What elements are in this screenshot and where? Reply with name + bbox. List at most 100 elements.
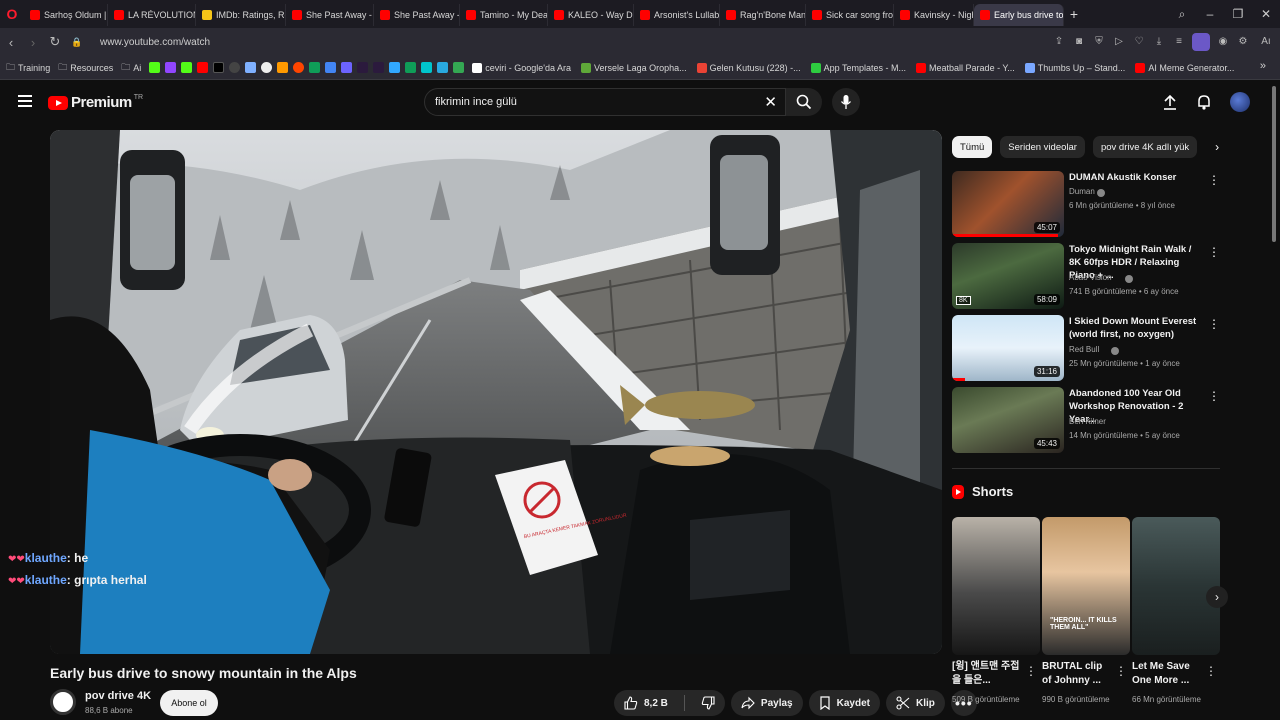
video-thumbnail[interactable]: 58:09 8K [952, 243, 1064, 309]
filter-chip[interactable]: Tümü [952, 136, 993, 158]
clear-search-icon[interactable]: ✕ [764, 93, 777, 111]
browser-tab[interactable]: Rag'n'Bone Man - I [720, 4, 806, 26]
more-vertical-icon[interactable]: ⋮ [1115, 664, 1127, 678]
bookmark-folder[interactable]: 🗀 Ai [121, 60, 141, 76]
play-icon[interactable]: ▷ [1112, 35, 1126, 49]
search-button[interactable] [786, 88, 822, 116]
download-icon[interactable]: ⤓ [1152, 35, 1166, 49]
clip-button[interactable]: Klip [885, 690, 945, 716]
shorts-next-button[interactable]: › [1206, 586, 1228, 608]
more-vertical-icon[interactable]: ⋮ [1025, 664, 1037, 678]
recommended-video[interactable]: 45:43 Abandoned 100 Year Old Workshop Ren… [952, 387, 1220, 453]
browser-tab[interactable]: Early bus drive to sno [974, 4, 1064, 26]
ai-star-icon[interactable] [245, 62, 257, 73]
shield-icon[interactable]: ⛨ [1092, 35, 1106, 49]
more-vertical-icon[interactable]: ⋮ [1205, 664, 1217, 678]
menu-icon[interactable]: ≡ [1172, 35, 1186, 49]
heart-icon[interactable]: ♡ [1132, 35, 1146, 49]
bookmark-item[interactable]: Versele Laga Oropha... [581, 62, 687, 73]
github-icon[interactable] [261, 62, 273, 73]
browser-tab[interactable]: Sick car song from [806, 4, 894, 26]
short-title[interactable]: BRUTAL clip of Johnny ... [1042, 660, 1114, 688]
amazon-icon[interactable] [277, 62, 289, 73]
bookmark-item[interactable]: AI Meme Generator... [1135, 62, 1234, 73]
browser-tab[interactable]: Kavinsky - Nightca [894, 4, 974, 26]
more-vertical-icon[interactable]: ⋮ [1208, 317, 1220, 331]
adobe-icon[interactable] [357, 62, 369, 73]
short-title[interactable]: Let Me Save One More ... [1132, 660, 1204, 688]
notifications-bell-icon[interactable] [1196, 94, 1212, 110]
threads-icon[interactable] [229, 62, 241, 73]
chat-username[interactable]: klauthe [25, 551, 67, 565]
user-avatar[interactable] [1230, 92, 1250, 112]
video-title[interactable]: I Skied Down Mount Everest (world first,… [1069, 315, 1205, 341]
new-tab-button[interactable]: + [1064, 6, 1084, 22]
reddit-icon[interactable] [293, 62, 305, 73]
recommended-video[interactable]: 31:16 I Skied Down Mount Everest (world f… [952, 315, 1220, 381]
voice-search-button[interactable] [832, 88, 860, 116]
video-thumbnail[interactable]: 45:07 [952, 171, 1064, 237]
short-thumbnail[interactable] [1132, 517, 1220, 655]
video-thumbnail[interactable]: 45:43 [952, 387, 1064, 453]
share-page-icon[interactable]: ⇪ [1052, 35, 1066, 49]
camera-icon[interactable]: ◙ [1072, 35, 1086, 49]
video-player[interactable]: BU ARAÇTA KEMER TAKMAK ZORUNLUDUR [50, 130, 942, 654]
browser-tab[interactable]: Arsonist's Lullaby ( [634, 4, 720, 26]
browser-tab[interactable]: IMDb: Ratings, Revi [196, 4, 286, 26]
browser-tab[interactable]: LA RÉVOLUTION FR [108, 4, 196, 26]
aria-ai-icon[interactable]: Aı [1256, 35, 1276, 49]
recommended-video[interactable]: 58:09 8K Tokyo Midnight Rain Walk / 8K 60f… [952, 243, 1220, 309]
forward-icon[interactable]: › [22, 35, 44, 50]
more-vertical-icon[interactable]: ⋮ [1208, 245, 1220, 259]
reload-icon[interactable]: ↻ [44, 34, 66, 50]
bookmark-folder[interactable]: 🗀 Training [6, 60, 50, 76]
upload-icon[interactable] [1162, 94, 1178, 110]
subscribe-button[interactable]: Abone ol [160, 690, 218, 716]
close-window-button[interactable]: ✕ [1252, 7, 1280, 21]
bookmark-item[interactable]: App Templates - M... [810, 62, 906, 73]
kick-icon[interactable] [149, 62, 161, 73]
chevron-right-icon[interactable]: › [1215, 140, 1219, 154]
video-thumbnail[interactable]: 31:16 [952, 315, 1064, 381]
more-vertical-icon[interactable]: ⋮ [1208, 389, 1220, 403]
bookmark-item[interactable]: ceviri - Google'da Ara [472, 62, 571, 73]
filter-chip[interactable]: Seriden videolar [1000, 136, 1085, 158]
chat-username[interactable]: klauthe [25, 573, 67, 587]
channel-name[interactable]: Duman [1069, 187, 1095, 196]
maximize-button[interactable]: ❐ [1224, 7, 1252, 21]
youtube-icon[interactable] [197, 62, 209, 73]
dislike-button[interactable] [691, 690, 725, 716]
search-input[interactable]: fikrimin ince gülü [435, 96, 517, 108]
bookmarks-more-button[interactable]: » [1260, 60, 1266, 72]
bookmark-item[interactable]: Gelen Kutusu (228) -... [696, 62, 801, 73]
like-button[interactable]: 8,2 B [614, 690, 678, 716]
page-scrollbar[interactable] [1272, 86, 1276, 242]
app-icon[interactable] [389, 62, 401, 73]
back-icon[interactable]: ‹ [0, 35, 22, 50]
youtube-premium-logo[interactable]: Premium TR [48, 94, 143, 111]
channel-name[interactable]: Ben Kilner [1069, 417, 1106, 426]
browser-tab[interactable]: KALEO - Way Down [548, 4, 634, 26]
browser-tab[interactable]: Sarhoş Oldum | Tol [24, 4, 108, 26]
profile-avatar[interactable] [1192, 33, 1210, 51]
browser-tab[interactable]: She Past Away - Du [374, 4, 460, 26]
opera-logo-icon[interactable]: O [0, 0, 24, 28]
short-title[interactable]: [윙] 앤트맨 주접을 들은... [952, 660, 1024, 688]
browser-tab[interactable]: She Past Away - Ka [286, 4, 374, 26]
channel-name[interactable]: pov drive 4K [85, 690, 151, 702]
bookmark-item[interactable]: Meatball Parade - Y... [916, 62, 1015, 73]
kick-icon[interactable] [181, 62, 193, 73]
browser-tab[interactable]: Tamino - My Deare [460, 4, 548, 26]
recommended-video[interactable]: 45:07 DUMAN Akustik Konser Duman 6 Mn görün… [952, 171, 1220, 237]
share-button[interactable]: Paylaş [730, 690, 803, 716]
plus-icon[interactable] [453, 62, 465, 73]
url-field[interactable]: www.youtube.com/watch [100, 37, 210, 48]
channel-avatar[interactable] [50, 689, 76, 715]
sheets-icon[interactable] [309, 62, 321, 73]
filter-chip[interactable]: pov drive 4K adlı yük [1092, 136, 1198, 158]
tab-search-icon[interactable]: ⌕ [1168, 7, 1196, 22]
video-title[interactable]: DUMAN Akustik Konser [1069, 171, 1205, 184]
channel-name[interactable]: Red Bull [1069, 345, 1099, 354]
app-icon[interactable] [405, 62, 417, 73]
settings-icon[interactable]: ⚙ [1236, 35, 1250, 49]
